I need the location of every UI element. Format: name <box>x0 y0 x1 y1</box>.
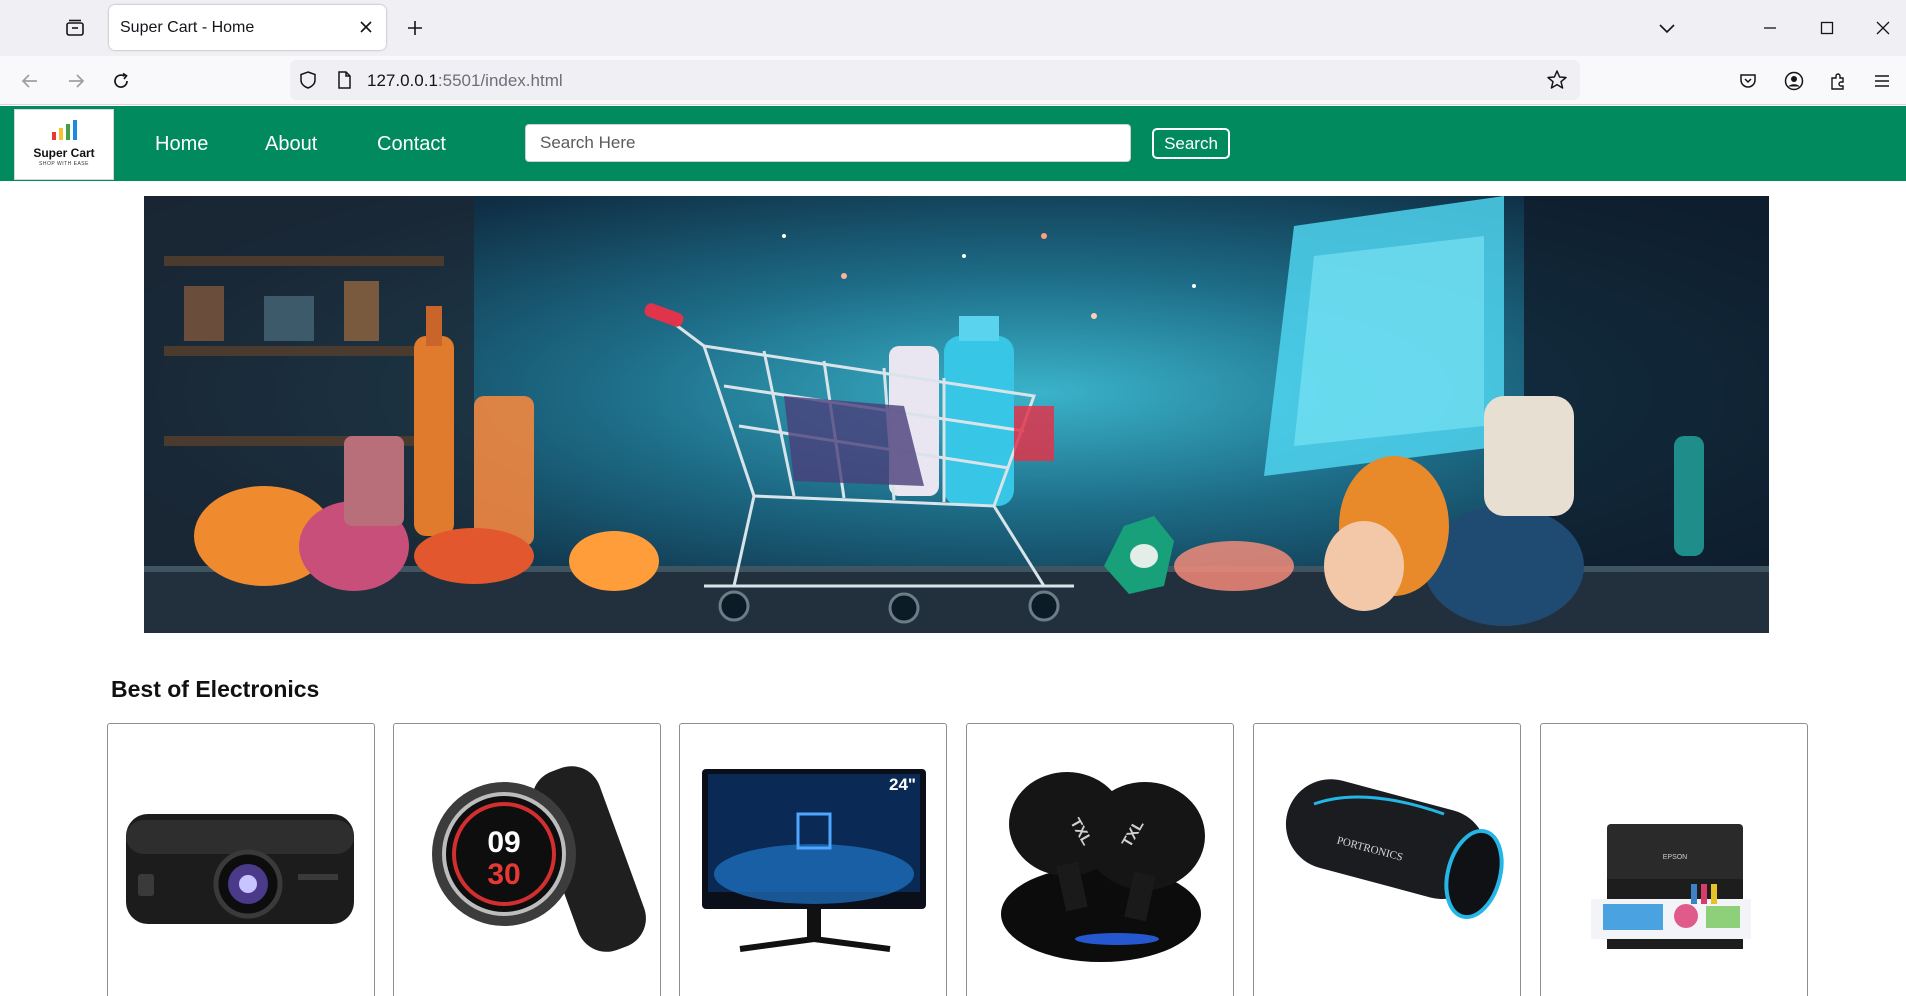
speaker-icon: PORTRONICS <box>1285 779 1504 920</box>
back-icon[interactable] <box>14 65 46 97</box>
chevron-down-icon[interactable] <box>1652 13 1682 43</box>
site-logo[interactable]: Super Cart SHOP WITH EASE <box>14 109 114 180</box>
printer-icon: EPSON <box>1591 824 1751 949</box>
hero-illustration <box>144 196 1769 633</box>
logo-title: Super Cart <box>33 146 95 160</box>
browser-tab[interactable]: Super Cart - Home <box>109 5 386 50</box>
section-title: Best of Electronics <box>111 676 320 702</box>
site-header: Super Cart SHOP WITH EASE Home About Con… <box>0 106 1906 181</box>
pocket-icon[interactable] <box>1732 65 1764 97</box>
product-card-speaker[interactable]: PORTRONICS <box>1253 723 1521 996</box>
product-card-projector[interactable] <box>107 723 375 996</box>
search-input[interactable] <box>525 124 1131 162</box>
product-card-printer[interactable]: EPSON <box>1540 723 1808 996</box>
maximize-icon[interactable] <box>1812 13 1842 43</box>
search-button[interactable]: Search <box>1152 128 1230 159</box>
close-icon[interactable] <box>356 17 376 37</box>
earbuds-icon: TXL TXL <box>1001 772 1205 962</box>
watch-hour: 09 <box>487 826 520 859</box>
url-path: :5501/index.html <box>437 71 563 90</box>
smartwatch-icon: 09 30 <box>432 766 646 952</box>
projector-icon <box>126 814 354 924</box>
product-card-smartwatch[interactable]: 09 30 <box>393 723 661 996</box>
nav-home[interactable]: Home <box>155 133 208 156</box>
screen-size: 24" <box>889 775 916 794</box>
menu-icon[interactable] <box>1866 65 1898 97</box>
watch-minute: 30 <box>487 858 520 891</box>
page-icon <box>332 68 356 92</box>
account-icon[interactable] <box>1778 65 1810 97</box>
url-text: 127.0.0.1:5501/index.html <box>367 71 563 91</box>
url-host: 127.0.0.1 <box>367 71 438 90</box>
extensions-icon[interactable] <box>1822 65 1854 97</box>
product-card-earbuds[interactable]: TXL TXL <box>966 723 1234 996</box>
printer-brand: EPSON <box>1663 854 1688 861</box>
chart-bars-icon <box>52 120 77 140</box>
hero-banner <box>144 196 1769 633</box>
star-icon[interactable] <box>1545 68 1569 92</box>
browser-tab-strip: Super Cart - Home <box>0 0 1906 56</box>
tab-list-icon[interactable] <box>58 13 92 43</box>
forward-icon[interactable] <box>60 65 92 97</box>
address-bar[interactable]: 127.0.0.1:5501/index.html <box>290 60 1580 100</box>
reload-icon[interactable] <box>105 65 137 97</box>
logo-tagline: SHOP WITH EASE <box>39 161 89 167</box>
minimize-icon[interactable] <box>1755 13 1785 43</box>
monitor-icon: 24" <box>702 769 926 952</box>
plus-icon[interactable] <box>400 13 430 43</box>
nav-about[interactable]: About <box>265 133 317 156</box>
browser-toolbar: 127.0.0.1:5501/index.html <box>0 56 1906 105</box>
nav-contact[interactable]: Contact <box>377 133 446 156</box>
close-window-icon[interactable] <box>1868 13 1898 43</box>
shield-icon[interactable] <box>296 68 320 92</box>
tab-title: Super Cart - Home <box>120 19 255 36</box>
product-card-monitor[interactable]: 24" <box>679 723 947 996</box>
